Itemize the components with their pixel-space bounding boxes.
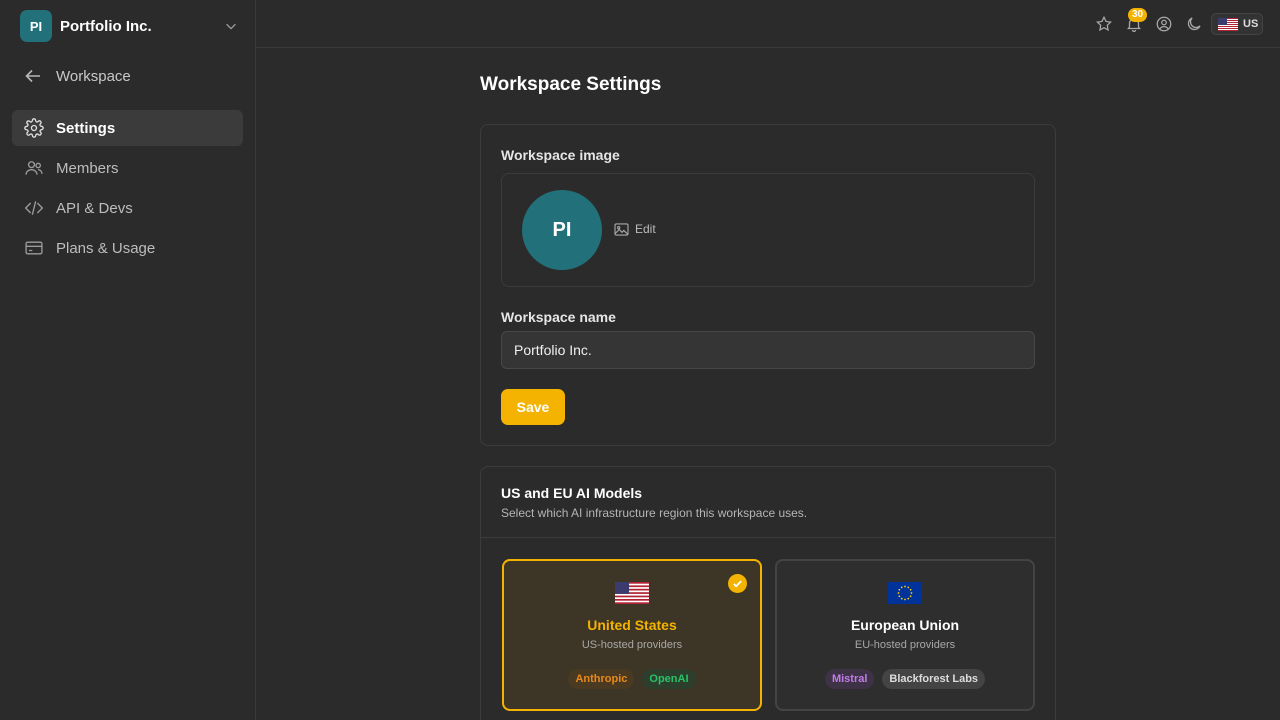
provider-tag-blackforest-labs: Blackforest Labs (882, 669, 986, 689)
divider (481, 537, 1055, 538)
locale-switcher[interactable]: US (1211, 13, 1263, 35)
app: PI Portfolio Inc. Workspace Settings Mem… (0, 0, 1280, 720)
provider-tag-openai: OpenAI (642, 669, 696, 689)
sidebar-item-settings[interactable]: Settings (12, 110, 243, 146)
org-name: Portfolio Inc. (60, 17, 152, 35)
provider-tags: Anthropic OpenAI (504, 669, 760, 689)
sidebar-item-label: Members (56, 159, 119, 177)
edit-label: Edit (635, 222, 656, 236)
notification-badge: 30 (1128, 8, 1148, 22)
provider-tags: Mistral Blackforest Labs (777, 669, 1033, 689)
eu-flag-icon (888, 582, 922, 604)
back-label: Workspace (56, 67, 131, 85)
code-icon (24, 201, 44, 215)
gear-icon (24, 118, 44, 138)
moon-icon[interactable] (1185, 15, 1203, 33)
sidebar-item-label: Settings (56, 119, 116, 137)
section-title: US and EU AI Models (501, 485, 643, 501)
users-icon (25, 161, 43, 175)
user-circle-icon[interactable] (1155, 15, 1173, 33)
sidebar: PI Portfolio Inc. Workspace Settings Mem… (0, 0, 256, 720)
save-button[interactable]: Save (501, 389, 565, 425)
locale-label: US (1243, 18, 1259, 30)
selected-check-icon (728, 574, 747, 593)
star-icon[interactable] (1095, 15, 1113, 33)
region-name: European Union (850, 617, 960, 633)
arrow-left-icon (25, 69, 40, 83)
sidebar-item-label: Plans & Usage (56, 239, 156, 257)
page-title: Workspace Settings (480, 74, 662, 95)
workspace-image-label: Workspace image (501, 147, 620, 163)
workspace-name-label: Workspace name (501, 309, 616, 325)
region-subtitle: EU-hosted providers (854, 639, 956, 651)
workspace-image-box: PI Edit (501, 173, 1035, 287)
provider-tag-mistral: Mistral (824, 669, 875, 689)
us-flag-icon (615, 582, 649, 604)
back-to-workspace-link[interactable]: Workspace (24, 64, 131, 88)
sidebar-item-api-devs[interactable]: API & Devs (12, 190, 243, 226)
chevron-down-icon (226, 23, 236, 30)
region-option-us[interactable]: United States US-hosted providers Anthro… (502, 559, 762, 711)
ai-region-card: US and EU AI Models Select which AI infr… (480, 466, 1056, 720)
workspace-name-input[interactable] (501, 331, 1035, 369)
sidebar-nav: Settings Members API & Devs Plans & Usag… (12, 110, 243, 270)
org-avatar: PI (20, 10, 52, 42)
workspace-avatar: PI (522, 190, 602, 270)
sidebar-item-plans-usage[interactable]: Plans & Usage (12, 230, 243, 266)
general-settings-card: Workspace image PI Edit Workspace name S… (480, 124, 1056, 446)
provider-tag-anthropic: Anthropic (568, 669, 635, 689)
region-name: United States (587, 617, 677, 633)
sidebar-item-label: API & Devs (56, 199, 133, 217)
edit-image-button[interactable]: Edit (614, 222, 656, 236)
sidebar-item-members[interactable]: Members (12, 150, 243, 186)
credit-card-icon (25, 241, 43, 255)
region-subtitle: US-hosted providers (581, 639, 683, 651)
org-switcher[interactable]: PI Portfolio Inc. (20, 10, 238, 42)
section-subtitle: Select which AI infrastructure region th… (501, 506, 808, 520)
us-flag-icon (1218, 17, 1238, 31)
topbar: 30 US (256, 0, 1280, 48)
region-option-eu[interactable]: European Union EU-hosted providers Mistr… (775, 559, 1035, 711)
image-icon (614, 222, 629, 236)
